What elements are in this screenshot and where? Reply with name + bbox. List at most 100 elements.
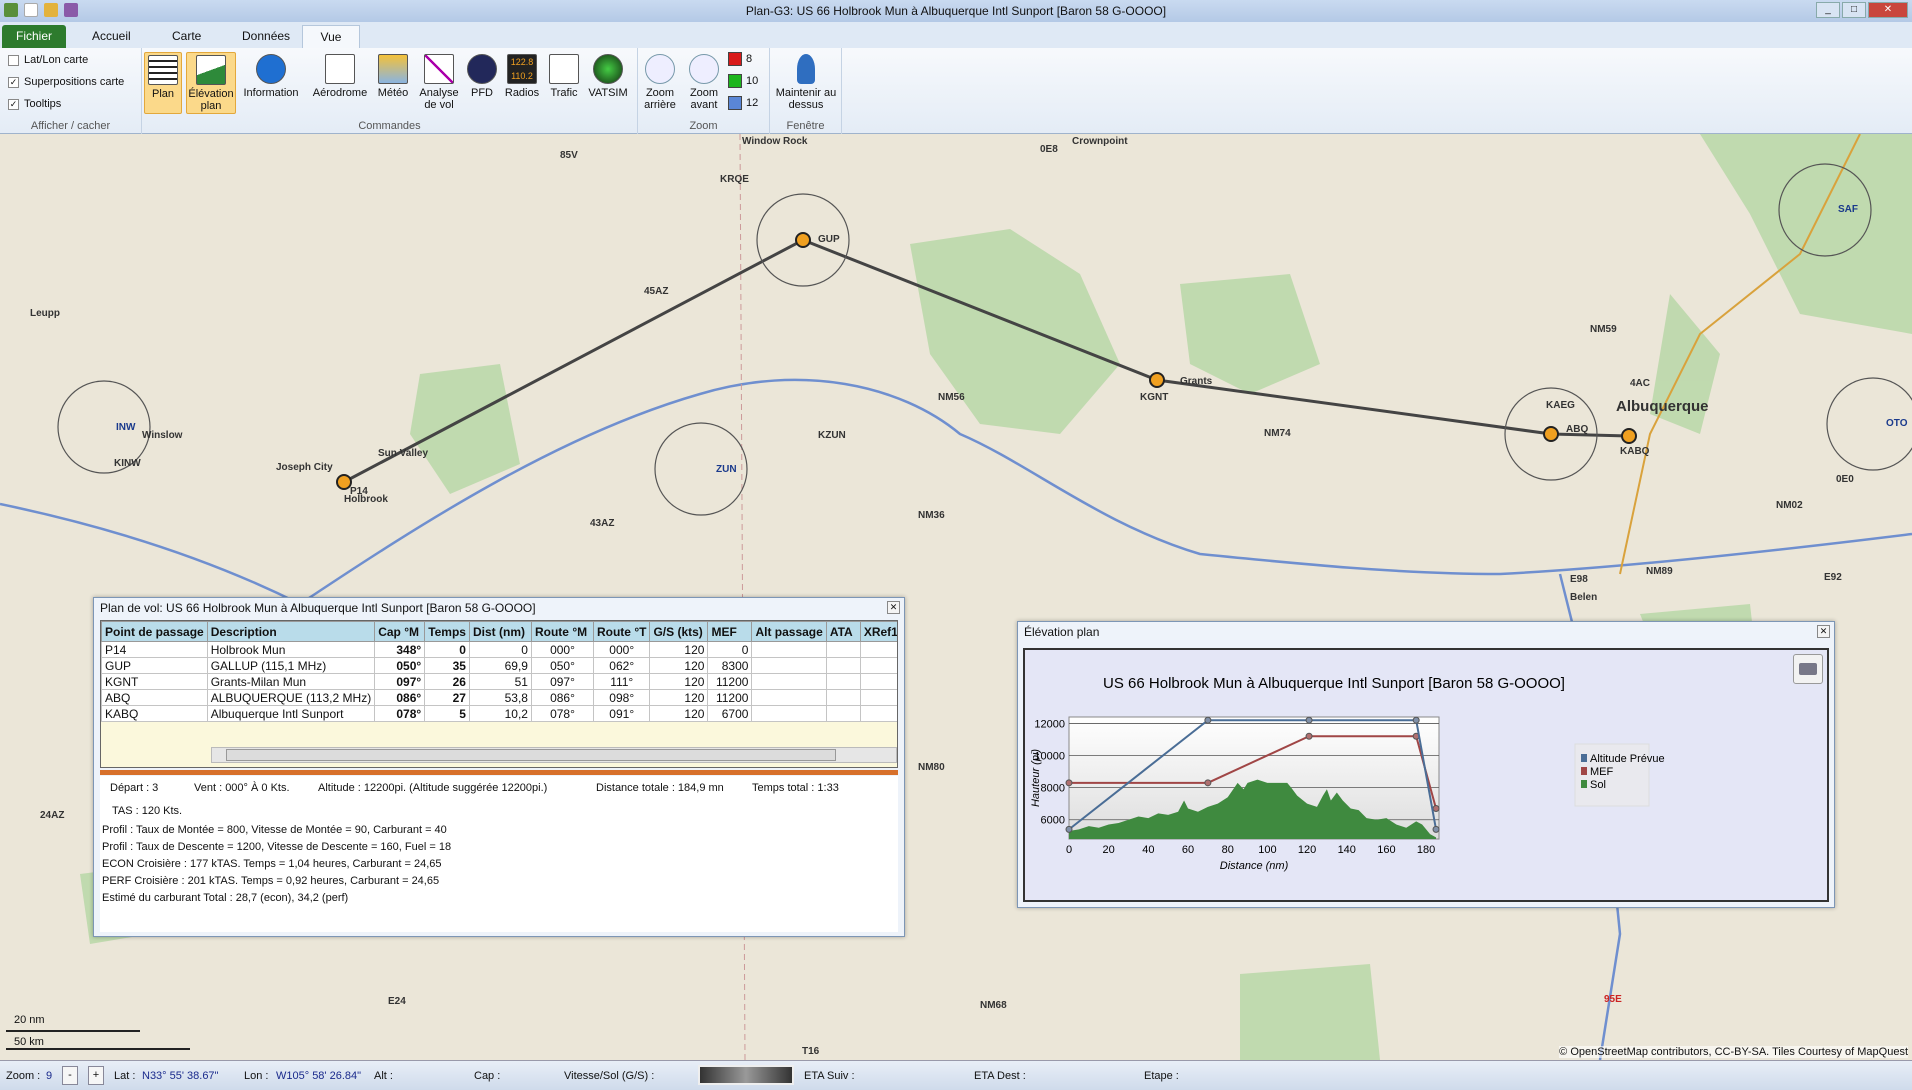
vatsim-button[interactable]: VATSIM: [586, 52, 630, 114]
column-header[interactable]: Temps: [424, 621, 470, 642]
zoom-out-button[interactable]: Zoom arrière: [640, 52, 680, 114]
column-header[interactable]: Route °M: [530, 621, 594, 642]
radar-icon: [593, 54, 623, 84]
horizontal-scrollbar[interactable]: [211, 747, 897, 763]
column-header[interactable]: MEF: [707, 621, 753, 642]
zoom-value: 9: [46, 1070, 53, 1082]
vor-label: INW: [116, 422, 136, 433]
tab-fichier[interactable]: Fichier: [2, 25, 67, 48]
splitter[interactable]: [100, 770, 898, 775]
aerodrome-button[interactable]: Aérodrome: [310, 52, 370, 114]
table-cell: [825, 657, 861, 674]
zoom-plus-button[interactable]: +: [88, 1066, 104, 1085]
sim-rate-slider[interactable]: [698, 1065, 794, 1085]
pfd-button[interactable]: PFD: [464, 52, 500, 114]
lat-value: N33° 55' 38.67": [142, 1070, 219, 1082]
table-row[interactable]: KGNT Grants-Milan Mun 097° 26 51 097° 111° 120 1…: [101, 673, 897, 690]
depart-text: Départ : 3: [110, 782, 159, 794]
zoom-minus-button[interactable]: -: [62, 1066, 78, 1085]
data-point: [1432, 805, 1440, 812]
airport-label: KINW: [114, 458, 141, 469]
group-zoom: Zoom arrière Zoom avant 8 10 12 Zoom: [638, 48, 770, 134]
waypoint-label: KGNT: [1140, 392, 1169, 403]
table-cell: 120: [649, 641, 709, 658]
table-cell: 11200: [707, 689, 753, 706]
maximize-button[interactable]: □: [1842, 2, 1866, 18]
eta-next-label: ETA Suiv :: [804, 1070, 855, 1082]
column-header[interactable]: Route °T: [592, 621, 651, 642]
wind-text: Vent : 000° À 0 Kts.: [194, 782, 290, 794]
column-header[interactable]: ATA: [825, 621, 861, 642]
radios-icon: 122.8 110.2: [507, 54, 537, 84]
tas-text: TAS : 120 Kts.: [112, 805, 183, 817]
zoom-level-12[interactable]: 12: [728, 96, 758, 110]
tab-accueil[interactable]: Accueil: [78, 25, 145, 48]
place-label: Leupp: [30, 308, 60, 319]
column-header[interactable]: Point de passage: [101, 621, 208, 642]
scrollbar-thumb[interactable]: [226, 749, 836, 761]
close-button[interactable]: ✕: [1868, 2, 1908, 18]
elevation-window: Élévation plan ✕ US 66 Holbrook Mun à Al…: [1017, 621, 1835, 908]
traffic-button[interactable]: Trafic: [546, 52, 582, 114]
close-elevation-button[interactable]: ✕: [1817, 625, 1830, 638]
weather-button[interactable]: Météo: [374, 52, 412, 114]
pfd-icon: [467, 54, 497, 84]
table-cell: ALBUQUERQUE (113,2 MHz): [206, 689, 376, 706]
table-cell: 050°: [374, 657, 426, 674]
airport-label: NM59: [1590, 324, 1617, 335]
group-show-hide: Lat/Lon carte ✓ Superpositions carte ✓ Too…: [0, 48, 142, 134]
information-button[interactable]: Information: [240, 52, 302, 114]
column-header[interactable]: G/S (kts): [649, 621, 709, 642]
zoom-out-icon: [645, 54, 675, 84]
tab-vue[interactable]: Vue: [302, 25, 360, 48]
elevation-button[interactable]: Élévation plan: [186, 52, 236, 114]
table-row[interactable]: ABQ ALBUQUERQUE (113,2 MHz) 086° 27 53,8 086°…: [101, 689, 897, 706]
overlays-checkbox[interactable]: ✓ Superpositions carte: [8, 76, 124, 88]
keep-on-top-button[interactable]: Maintenir au dessus: [774, 52, 838, 114]
table-cell: 120: [649, 673, 709, 690]
x-tick-label: 60: [1182, 844, 1194, 856]
airport-label: 85V: [560, 150, 578, 161]
column-header[interactable]: XRef1: [859, 621, 897, 642]
tab-donnees[interactable]: Données: [228, 25, 304, 48]
flight-plan-grid[interactable]: Point de passage Description Cap °M Temps Di…: [100, 620, 898, 768]
flight-analysis-button[interactable]: Analyse de vol: [416, 52, 462, 114]
waypoint-marker-gup: [795, 232, 811, 248]
elevation-window-title: Élévation plan: [1024, 625, 1100, 639]
table-cell: 086°: [374, 689, 426, 706]
vor-label: OTO: [1886, 418, 1908, 429]
column-header[interactable]: Dist (nm): [468, 621, 532, 642]
column-header[interactable]: Description: [206, 621, 376, 642]
airport-label: NM80: [918, 762, 945, 773]
minimize-button[interactable]: _: [1816, 2, 1840, 18]
column-header[interactable]: Cap °M: [374, 621, 426, 642]
table-cell: [825, 705, 861, 722]
plan-button[interactable]: Plan: [144, 52, 182, 114]
zoom-level-8[interactable]: 8: [728, 52, 752, 66]
column-header[interactable]: Alt passage: [751, 621, 827, 642]
tab-carte[interactable]: Carte: [158, 25, 215, 48]
table-cell: 111°: [592, 673, 651, 690]
table-cell: 086°: [530, 689, 594, 706]
table-row[interactable]: GUP GALLUP (115,1 MHz) 050° 35 69,9 050° 062° 1…: [101, 657, 897, 674]
profile-line: Estimé du carburant Total : 28,7 (econ),…: [102, 892, 349, 904]
waypoint-marker-p14: [336, 474, 352, 490]
table-row[interactable]: P14 Holbrook Mun 348° 0 0 000° 000° 120 0: [101, 641, 897, 658]
airport-label: 0E8: [1040, 144, 1058, 155]
map-scale: 20 nm 50 km: [6, 1014, 190, 1054]
table-cell: 53,8: [468, 689, 532, 706]
latlon-checkbox[interactable]: Lat/Lon carte: [8, 54, 88, 66]
zoom-level-10[interactable]: 10: [728, 74, 758, 88]
table-row[interactable]: KABQ Albuquerque Intl Sunport 078° 5 10,2 078…: [101, 705, 897, 722]
ribbon-tabs: Fichier Accueil Carte Données Vue: [0, 22, 1912, 48]
zoom-in-button[interactable]: Zoom avant: [684, 52, 724, 114]
table-cell: 11200: [707, 673, 753, 690]
aerodrome-icon: [325, 54, 355, 84]
close-flight-plan-button[interactable]: ✕: [887, 601, 900, 614]
tooltips-checkbox[interactable]: ✓ Tooltips: [8, 98, 61, 110]
data-point: [1305, 716, 1313, 724]
altitude-text: Altitude : 12200pi. (Altitude suggérée 1…: [318, 782, 548, 794]
table-cell: 097°: [374, 673, 426, 690]
y-axis-label: Hauteur (pi): [1030, 749, 1042, 807]
radios-button[interactable]: 122.8 110.2 Radios: [502, 52, 542, 114]
